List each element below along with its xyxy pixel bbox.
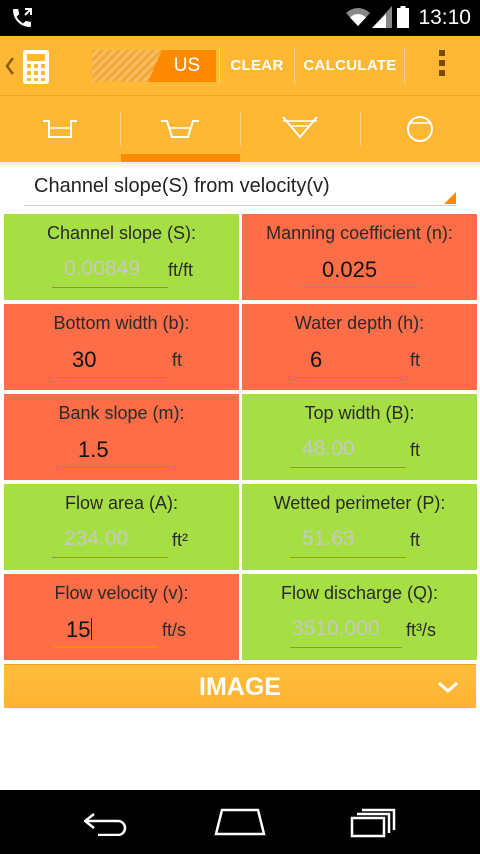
signal-icon <box>372 6 392 28</box>
field-flow-velocity: Flow velocity (v): 15 ft/s <box>4 574 239 660</box>
action-bar: US CLEAR CALCULATE <box>0 36 480 96</box>
field-value-wrap: 15 <box>66 617 93 643</box>
field-water-depth: Water depth (h): 6 ft <box>242 304 477 390</box>
navigation-bar <box>0 790 480 854</box>
field-wetted-perimeter: Wetted perimeter (P): 51.63 ft <box>242 484 477 570</box>
field-flow-area: Flow area (A): 234.00 ft² <box>4 484 239 570</box>
channel-shape-tabs <box>0 96 480 162</box>
field-label: Top width (B): <box>304 403 415 423</box>
divider <box>404 48 405 84</box>
field-label: Wetted perimeter (P): <box>273 493 446 513</box>
field-channel-slope: Channel slope (S): 0.00849 ft/ft <box>4 214 239 300</box>
field-label: Flow area (A): <box>64 493 179 513</box>
phone-icon <box>13 8 32 27</box>
field-top-width: Top width (B): 48.00 ft <box>242 394 477 480</box>
field-unit: ft/s <box>162 620 187 640</box>
divider <box>219 48 220 84</box>
field-label: Bank slope (m): <box>58 403 185 423</box>
field-label: Flow velocity (v): <box>54 583 189 603</box>
field-flow-discharge: Flow discharge (Q): 3510.000 ft³/s <box>242 574 477 660</box>
field-unit: ft <box>410 440 421 460</box>
bank-slope-input[interactable]: 1.5 <box>58 436 174 468</box>
spinner-value: Channel slope(S) from velocity(v) <box>34 175 330 197</box>
calculate-button[interactable]: CALCULATE <box>298 36 402 96</box>
overflow-menu-icon[interactable] <box>438 50 446 82</box>
field-label: Water depth (h): <box>294 313 425 333</box>
back-icon[interactable] <box>84 808 130 836</box>
flow-velocity-input[interactable]: 15 <box>54 616 158 648</box>
battery-icon <box>397 6 409 28</box>
status-bar: 13:10 <box>0 0 480 36</box>
selected-tab-indicator <box>121 154 240 162</box>
field-label: Channel slope (S): <box>46 223 197 243</box>
flow-discharge-input[interactable]: 3510.000 <box>290 616 402 648</box>
field-value: 3510.000 <box>292 617 380 640</box>
field-label: Bottom width (b): <box>53 313 190 333</box>
field-value: 51.63 <box>302 527 355 550</box>
bottom-width-input[interactable]: 30 <box>52 346 168 378</box>
manning-coefficient-input[interactable]: 0.025 <box>302 256 418 288</box>
clear-button[interactable]: CLEAR <box>222 36 292 96</box>
clock: 13:10 <box>418 6 471 29</box>
triangular-channel-icon <box>282 116 318 139</box>
field-unit: ft <box>410 350 421 370</box>
field-unit: ft² <box>172 530 188 550</box>
field-value: 234.00 <box>64 527 129 550</box>
wifi-icon <box>346 8 370 26</box>
image-section-toggle[interactable]: IMAGE <box>4 664 476 708</box>
field-unit: ft <box>172 350 183 370</box>
text-cursor <box>91 618 93 640</box>
tab-trapezoidal[interactable] <box>120 96 240 162</box>
field-bottom-width: Bottom width (b): 30 ft <box>4 304 239 390</box>
field-value: 30 <box>72 347 97 372</box>
field-unit: ft³/s <box>406 620 436 640</box>
tab-triangular[interactable] <box>240 96 360 162</box>
flow-area-input[interactable]: 234.00 <box>52 526 168 558</box>
field-unit: ft <box>410 530 421 550</box>
tab-circular[interactable] <box>360 96 480 162</box>
top-width-input[interactable]: 48.00 <box>290 436 406 468</box>
channel-slope-input[interactable]: 0.00849 <box>52 256 168 288</box>
image-section-title: IMAGE <box>199 673 281 701</box>
home-icon[interactable] <box>214 808 266 836</box>
divider <box>294 48 295 84</box>
field-unit: ft/ft <box>168 260 194 280</box>
back-chevron-icon[interactable] <box>4 54 16 78</box>
unit-toggle[interactable]: US <box>92 50 216 82</box>
field-value: 48.00 <box>302 437 355 460</box>
recent-apps-icon[interactable] <box>350 808 396 838</box>
calculator-app-icon[interactable] <box>22 49 50 85</box>
rectangular-channel-icon <box>43 120 77 138</box>
tab-shadow <box>0 162 480 168</box>
field-value: 15 <box>66 617 91 642</box>
calculation-mode-spinner[interactable]: Channel slope(S) from velocity(v) <box>24 170 456 206</box>
chevron-down-icon <box>438 681 458 694</box>
field-value: 0.00849 <box>64 257 140 280</box>
dropdown-triangle-icon <box>444 192 456 204</box>
water-depth-input[interactable]: 6 <box>290 346 406 378</box>
field-bank-slope: Bank slope (m): 1.5 <box>4 394 239 480</box>
tab-rectangular[interactable] <box>0 96 120 162</box>
trapezoidal-channel-icon <box>161 120 199 138</box>
field-value: 0.025 <box>322 257 378 282</box>
circular-channel-icon <box>407 116 433 142</box>
field-manning-coefficient: Manning coefficient (n): 0.025 <box>242 214 477 300</box>
wetted-perimeter-input[interactable]: 51.63 <box>290 526 406 558</box>
field-label: Manning coefficient (n): <box>266 223 453 243</box>
field-value: 6 <box>310 347 323 372</box>
field-value: 1.5 <box>78 437 109 462</box>
field-label: Flow discharge (Q): <box>280 583 439 603</box>
